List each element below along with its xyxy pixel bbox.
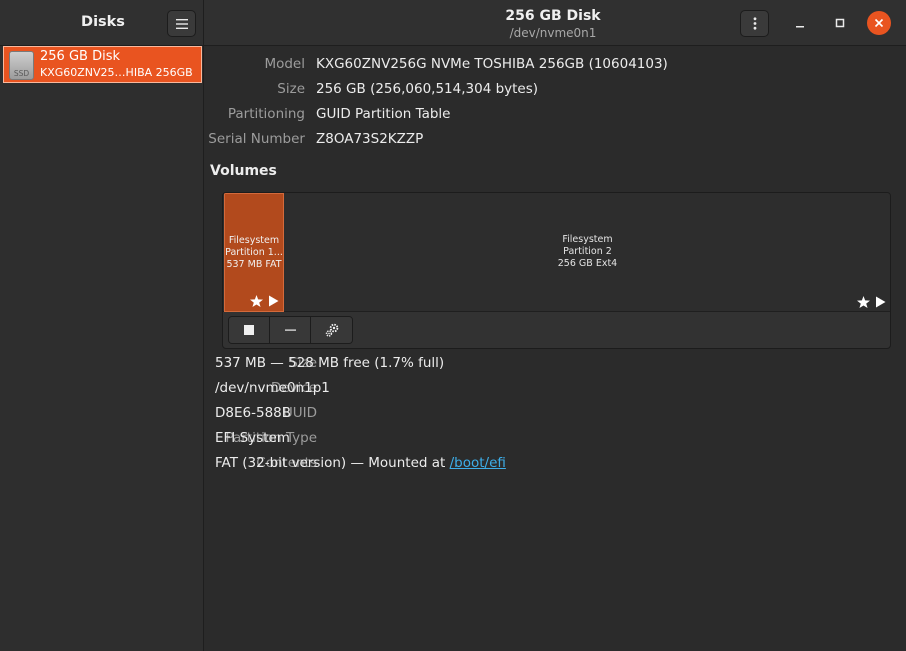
sidebar-disk-item[interactable]: SSD 256 GB Disk KXG60ZNV25…HIBA 256GB bbox=[3, 46, 202, 83]
star-icon bbox=[857, 296, 870, 308]
maximize-button[interactable] bbox=[828, 11, 852, 35]
unmount-button[interactable] bbox=[229, 317, 270, 343]
partition-2-block[interactable]: Filesystem Partition 2 256 GB Ext4 bbox=[285, 193, 890, 312]
mount-point-link[interactable]: /boot/efi bbox=[450, 455, 506, 471]
serial-label: Serial Number bbox=[208, 131, 305, 147]
mounted-play-icon bbox=[269, 295, 279, 307]
model-label: Model bbox=[264, 56, 305, 72]
close-button[interactable] bbox=[867, 11, 891, 35]
partition-1-size: 537 MB FAT bbox=[226, 259, 282, 270]
disk-device-path: /dev/nvme0n1 bbox=[509, 26, 597, 40]
star-icon bbox=[250, 295, 263, 307]
partition-2-name: Partition 2 bbox=[563, 246, 612, 257]
volumes-graphic: Filesystem Partition 1... 537 MB FAT Fil… bbox=[222, 192, 891, 349]
header-bar: Disks 256 GB Disk /dev/nvme0n1 bbox=[0, 0, 906, 46]
volume-map: Filesystem Partition 1... 537 MB FAT Fil… bbox=[223, 193, 890, 312]
kebab-menu-icon bbox=[753, 17, 756, 30]
partitioning-label: Partitioning bbox=[227, 106, 305, 122]
hamburger-icon bbox=[175, 18, 188, 29]
drive-options-button[interactable] bbox=[740, 10, 769, 37]
partition-2-label: Filesystem Partition 2 256 GB Ext4 bbox=[285, 234, 890, 270]
minus-icon bbox=[284, 329, 296, 331]
disk-item-subtitle: KXG60ZNV25…HIBA 256GB bbox=[40, 66, 193, 79]
volume-toolbar bbox=[228, 316, 353, 344]
mounted-play-icon bbox=[876, 296, 886, 308]
window-title: 256 GB Disk /dev/nvme0n1 bbox=[400, 7, 706, 41]
disk-details-panel: Model KXG60ZNV256G NVMe TOSHIBA 256GB (1… bbox=[205, 47, 906, 651]
size-label: Size bbox=[277, 81, 305, 97]
gears-icon bbox=[325, 323, 338, 337]
partition-2-size: 256 GB Ext4 bbox=[557, 258, 618, 269]
disk-item-name: 256 GB Disk bbox=[40, 49, 120, 64]
contents-value: FAT (32-bit version) — Mounted at /boot/… bbox=[215, 455, 506, 471]
partition-settings-button[interactable] bbox=[311, 317, 352, 343]
partition-1-block[interactable]: Filesystem Partition 1... 537 MB FAT bbox=[224, 193, 284, 312]
volumes-heading: Volumes bbox=[210, 163, 277, 179]
model-value: KXG60ZNV256G NVMe TOSHIBA 256GB (1060410… bbox=[316, 56, 668, 72]
ssd-icon-label: SSD bbox=[13, 69, 30, 78]
partition-size-value: 537 MB — 528 MB free (1.7% full) bbox=[215, 355, 445, 371]
partition-2-type: Filesystem bbox=[562, 234, 613, 245]
device-value: /dev/nvme0n1p1 bbox=[215, 380, 330, 396]
partitioning-value: GUID Partition Table bbox=[316, 106, 451, 122]
partition-type-value: EFI System bbox=[215, 430, 290, 446]
serial-value: Z8OA73S2KZZP bbox=[316, 131, 424, 147]
maximize-icon bbox=[835, 18, 845, 28]
size-value: 256 GB (256,060,514,304 bytes) bbox=[316, 81, 539, 97]
app-menu-button[interactable] bbox=[167, 10, 196, 37]
partition-1-type: Filesystem bbox=[228, 235, 280, 246]
stop-icon bbox=[244, 325, 254, 335]
uuid-value: D8E6-588B bbox=[215, 405, 292, 421]
disk-title: 256 GB Disk bbox=[505, 8, 601, 24]
minimize-icon bbox=[796, 26, 804, 28]
ssd-drive-icon: SSD bbox=[9, 51, 34, 80]
minimize-button[interactable] bbox=[788, 11, 812, 35]
partition-1-name: Partition 1... bbox=[225, 247, 283, 258]
close-icon bbox=[874, 18, 884, 28]
delete-partition-button[interactable] bbox=[270, 317, 311, 343]
partition-2-status-icons bbox=[857, 296, 886, 308]
partition-1-status-icons bbox=[250, 295, 279, 307]
sidebar: SSD 256 GB Disk KXG60ZNV25…HIBA 256GB bbox=[0, 46, 204, 651]
partition-1-label: Filesystem Partition 1... 537 MB FAT bbox=[225, 235, 283, 271]
sidebar-header: Disks bbox=[0, 0, 204, 46]
contents-text: FAT (32-bit version) — Mounted at bbox=[215, 455, 450, 471]
